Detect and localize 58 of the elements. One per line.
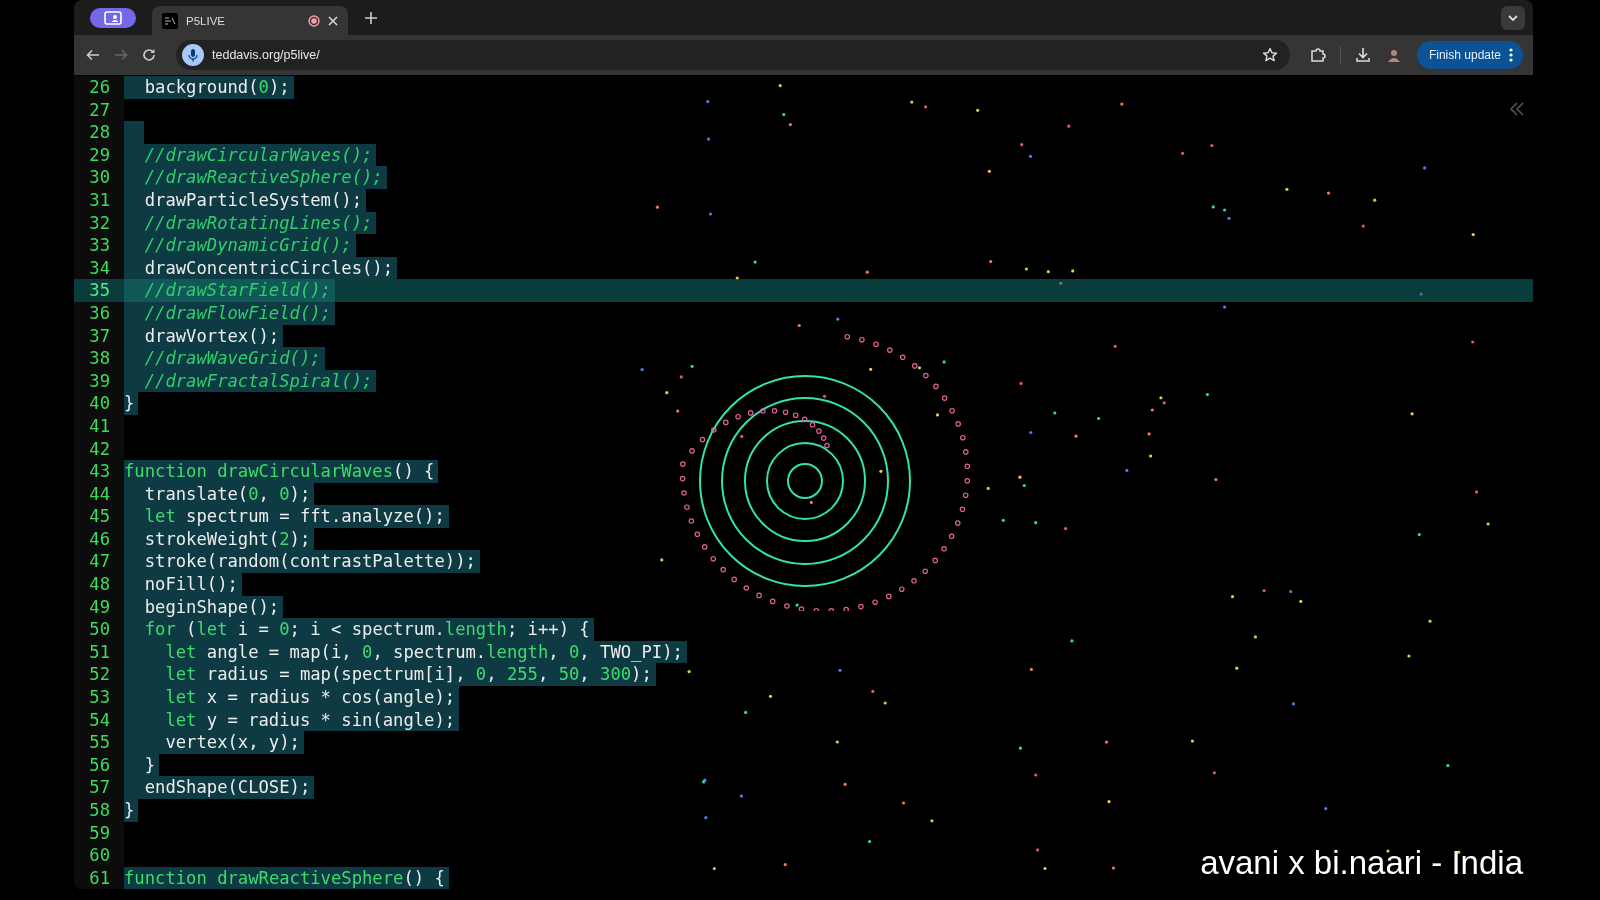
line-number: 32: [74, 211, 124, 235]
collapse-icon[interactable]: [1509, 101, 1525, 117]
line-number: 34: [74, 256, 124, 280]
line-number: 33: [74, 234, 124, 257]
line-number: 47: [74, 550, 124, 574]
tab-search-button[interactable]: [1501, 5, 1525, 30]
line-number: 40: [74, 392, 124, 415]
line-number: 26: [74, 76, 124, 99]
line-number: 27: [74, 98, 124, 122]
site-icon: [162, 12, 178, 29]
microphone-icon: [182, 44, 204, 66]
line-number: 38: [74, 347, 124, 370]
line-number: 55: [74, 731, 124, 754]
line-number: 29: [74, 143, 124, 167]
finish-update-button[interactable]: Finish update: [1416, 41, 1523, 69]
line-number: 46: [74, 527, 124, 551]
line-number: 31: [74, 188, 124, 212]
more-vertical-icon: [1509, 48, 1513, 62]
profile-icon: [104, 10, 122, 25]
line-number: 39: [74, 369, 124, 393]
line-number: 42: [74, 437, 124, 461]
line-number: 58: [74, 799, 124, 822]
line-number: 28: [74, 121, 124, 144]
line-number: 61: [74, 866, 124, 890]
line-number: 43: [74, 460, 124, 483]
profile-button[interactable]: [90, 7, 136, 28]
puzzle-piece-icon[interactable]: [1309, 47, 1326, 63]
line-number: 56: [74, 753, 124, 777]
line-number: 49: [74, 595, 124, 619]
close-icon[interactable]: [328, 15, 338, 26]
line-number: 36: [74, 301, 124, 325]
download-icon[interactable]: [1354, 47, 1371, 63]
line-number: 50: [74, 618, 124, 641]
line-number: 48: [74, 573, 124, 596]
line-number: 59: [74, 821, 124, 845]
line-number: 54: [74, 708, 124, 732]
line-number: 53: [74, 686, 124, 709]
line-number: 57: [74, 776, 124, 799]
url-text: teddavis.org/p5live/: [212, 48, 320, 62]
reload-icon[interactable]: [142, 48, 156, 62]
new-tab-icon[interactable]: [364, 10, 378, 25]
line-number: 35: [88, 279, 111, 302]
back-icon[interactable]: [86, 48, 100, 62]
recording-icon: [308, 14, 320, 27]
line-number: 41: [74, 414, 124, 438]
avatar-icon[interactable]: [1384, 46, 1403, 64]
video-caption: avani x bi.naari - India: [1200, 844, 1523, 882]
bookmark-star-icon[interactable]: [1261, 47, 1278, 63]
address-bar[interactable]: teddavis.org/p5live/: [176, 40, 1290, 70]
browser-tab[interactable]: P5LIVE: [152, 6, 348, 35]
line-number: 30: [74, 166, 124, 189]
line-number: 60: [74, 844, 124, 867]
line-number: 45: [74, 505, 124, 528]
line-number: 52: [74, 663, 124, 687]
line-number: 44: [74, 482, 124, 506]
chevron-down-icon: [1507, 13, 1519, 22]
line-number: 37: [74, 324, 124, 348]
line-number: 51: [74, 640, 124, 664]
